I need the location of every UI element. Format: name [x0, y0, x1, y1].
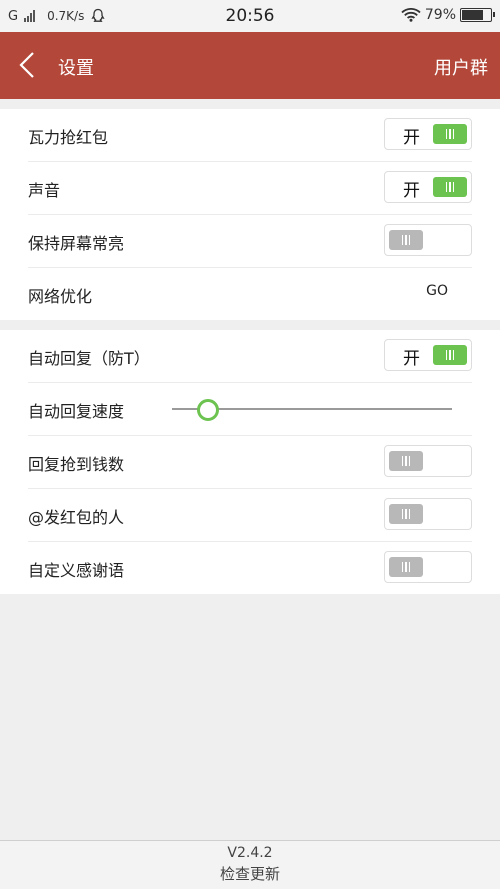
toggle-text: 开 [403, 128, 420, 148]
setting-label: 保持屏幕常亮 [28, 234, 125, 253]
toggle-knob [389, 230, 423, 250]
setting-row-auto-reply: 自动回复（防T） 开 [28, 330, 472, 383]
setting-label: 自动回复速度 [28, 402, 125, 421]
toggle-knob [389, 557, 423, 577]
settings-section-2: 自动回复（防T） 开 自动回复速度 回复抢到钱数 @发红包的人 自定义感谢语 [0, 330, 500, 594]
battery-fill [462, 10, 483, 20]
setting-row-auto-reply-speed: 自动回复速度 [28, 383, 472, 436]
wifi-icon [401, 8, 421, 22]
sound-toggle[interactable]: 开 [384, 171, 472, 203]
battery-icon [460, 8, 495, 22]
settings-section-1: 瓦力抢红包 开 声音 开 保持屏幕常亮 网络优化 GO [0, 109, 500, 320]
slider-thumb[interactable] [196, 399, 219, 421]
setting-row-sound: 声音 开 [28, 162, 472, 215]
setting-label: 瓦力抢红包 [28, 128, 109, 147]
back-arrow-icon[interactable] [14, 50, 44, 80]
toggle-knob [389, 504, 423, 524]
network-optimize-go-button[interactable]: GO [426, 283, 448, 299]
page-title: 设置 [58, 58, 94, 79]
toggle-knob [433, 124, 467, 144]
user-group-button[interactable]: 用户群 [434, 54, 488, 80]
mention-sender-toggle[interactable] [384, 498, 472, 530]
grab-redpacket-toggle[interactable]: 开 [384, 118, 472, 150]
toggle-knob [389, 451, 423, 471]
setting-label: 回复抢到钱数 [28, 455, 125, 474]
toggle-knob [433, 177, 467, 197]
battery-percent: 79% [424, 7, 456, 23]
auto-reply-speed-slider[interactable] [172, 399, 452, 421]
footer: V2.4.2 检查更新 [0, 840, 500, 889]
setting-label: 自定义感谢语 [28, 561, 125, 580]
auto-reply-toggle[interactable]: 开 [384, 339, 472, 371]
setting-row-grab-redpacket: 瓦力抢红包 开 [28, 109, 472, 162]
keep-screen-on-toggle[interactable] [384, 224, 472, 256]
setting-row-mention-sender: @发红包的人 [28, 489, 472, 542]
setting-label: 声音 [28, 181, 61, 200]
status-right: 79% [401, 7, 495, 23]
setting-label: 自动回复（防T） [28, 349, 150, 368]
status-bar: G 0.7K/s 20:56 79% [0, 0, 500, 32]
custom-thanks-toggle[interactable] [384, 551, 472, 583]
app-bar: 设置 用户群 [0, 32, 500, 99]
version-label: V2.4.2 [227, 845, 273, 861]
setting-label: @发红包的人 [28, 508, 125, 527]
setting-row-custom-thanks: 自定义感谢语 [28, 542, 472, 594]
toggle-knob [433, 345, 467, 365]
toggle-text: 开 [403, 349, 420, 369]
setting-row-network-optimize[interactable]: 网络优化 GO [28, 268, 472, 320]
setting-row-keep-screen-on: 保持屏幕常亮 [28, 215, 472, 268]
setting-row-reply-amount: 回复抢到钱数 [28, 436, 472, 489]
toggle-text: 开 [403, 181, 420, 201]
reply-amount-toggle[interactable] [384, 445, 472, 477]
setting-label: 网络优化 [28, 287, 93, 306]
check-update-button[interactable]: 检查更新 [0, 863, 500, 884]
